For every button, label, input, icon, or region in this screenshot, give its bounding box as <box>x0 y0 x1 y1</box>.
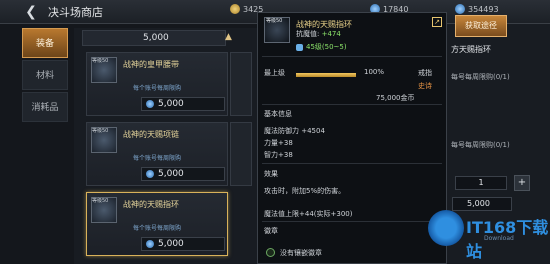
chevron-up-icon[interactable]: ▲ <box>225 32 232 42</box>
watermark: IT168下载站 Download <box>428 210 550 261</box>
divider <box>262 56 442 57</box>
tab-equipment[interactable]: 装备 <box>22 28 68 58</box>
level-requirement: 45级(50~5) <box>296 42 347 52</box>
page-title: 决斗场商店 <box>48 6 103 19</box>
emblem-slot-icon <box>266 248 275 257</box>
item-price: 5,000 <box>141 167 225 181</box>
item-price: 5,000 <box>141 97 225 111</box>
item-tooltip: 等级50 战神的天赐指环 抗魔值: +474 45级(50~5) ↗ 最上级 1… <box>257 12 447 264</box>
item-stat: 抗魔值: +474 <box>296 30 341 38</box>
quantity-plus-button[interactable]: + <box>514 175 530 191</box>
item-card[interactable]: 等级50 战神的天赐项链 每个账号每周限购 5,000 <box>86 122 228 186</box>
list-header-price: 5,000 <box>82 30 226 46</box>
resource-points: 354493 <box>455 4 499 14</box>
quantity-field[interactable]: 1 <box>455 176 507 190</box>
item-card-partial[interactable] <box>230 52 252 116</box>
site-logo-icon <box>428 210 464 246</box>
divider <box>262 221 442 222</box>
points-icon <box>455 4 465 14</box>
share-icon[interactable]: ↗ <box>432 17 442 27</box>
get-source-button[interactable]: 获取途径 <box>455 15 507 37</box>
gold-coin-icon <box>230 4 240 14</box>
item-card[interactable]: 等级50 战神的皇甲腰带 每个账号每周限购 5,000 <box>86 52 228 116</box>
level-badge: 等级50 <box>266 18 283 24</box>
tab-materials[interactable]: 材料 <box>22 60 68 90</box>
level-icon <box>296 43 303 51</box>
category-tabs: 装备 材料 消耗品 <box>22 28 68 124</box>
item-card-partial[interactable] <box>230 122 252 186</box>
divider <box>262 163 442 164</box>
sell-price: 75,000金币 <box>376 94 415 102</box>
rarity: 史诗 <box>418 82 432 90</box>
divider <box>262 104 442 105</box>
upgrade-progress-bar <box>296 73 356 77</box>
item-card-selected[interactable]: 等级50 战神的天赐指环 每个账号每周限购 5,000 <box>86 192 228 256</box>
total-price: 5,000 <box>452 197 512 211</box>
back-arrow-icon[interactable]: ❮ <box>22 3 40 21</box>
tab-consumables[interactable]: 消耗品 <box>22 92 68 122</box>
item-price: 5,000 <box>141 237 225 251</box>
